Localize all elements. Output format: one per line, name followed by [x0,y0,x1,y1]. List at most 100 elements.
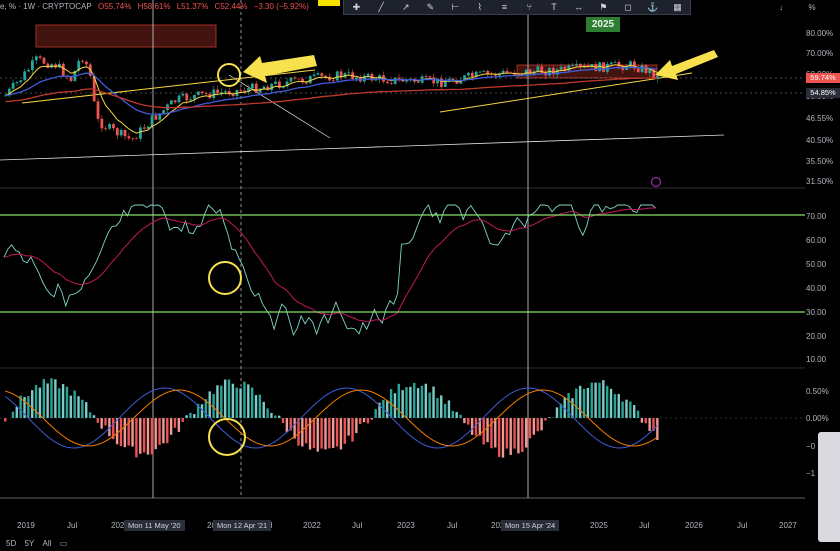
table-icon[interactable]: ▦ [671,2,683,12]
fib-icon[interactable]: ≡ [499,2,511,12]
candle-body [559,66,563,70]
candle-body [366,73,370,76]
candle-body [177,95,181,103]
candle-body [216,89,220,93]
macd-hist-bar [131,418,134,447]
candle-body [486,70,490,74]
ray-icon[interactable]: ↗ [400,2,412,12]
percent-scale-button[interactable]: % [806,3,818,13]
shape-icon[interactable]: ◻ [622,2,634,12]
macd-hist-bar [397,383,400,418]
macd-hist-bar [447,400,451,418]
candle-body [293,77,297,79]
calendar-icon[interactable]: ▭ [60,539,68,548]
candle-body [393,77,397,84]
macd-hist-bar [602,380,605,418]
drawing-toolbar: ✚ ╱ ↗ ✎ ⊢ ⌇ ≡ ⑂ T ↔ ⚑ ◻ ⚓ ▦ [343,0,691,15]
macd-hist-bar [262,401,265,418]
price-axis-label-6: 35.50% [806,157,833,166]
macd-hist-bar [347,418,350,436]
time-axis-label-14: 2026 [685,521,703,530]
macd-hist-bar [416,388,420,418]
macd-hist-bar [158,418,161,445]
macd-hist-bar [150,418,154,455]
time-axis-label-13: Jul [639,521,649,530]
time-axis-label-12: 2025 [590,521,608,530]
candle-body [575,63,578,66]
macd-hist-bar [590,382,593,418]
macd-hist-bar [193,414,196,418]
macd-hist-bar [486,418,489,443]
macd-hist-bar [65,386,69,418]
header-highlight [318,0,340,6]
macd-hist-bar [374,409,377,418]
macd-hist-bar [4,418,7,422]
macd-hist-bar [424,383,428,418]
candle-body [289,77,293,82]
macd-hist-bar [173,418,177,428]
macd-hist-bar [239,388,242,418]
candle-body [115,128,119,136]
candle-body [320,73,324,76]
macd-hist-bar [575,388,578,418]
macd-hist-bar [386,400,389,418]
candle-body [139,127,142,139]
alert-marker[interactable] [650,176,662,188]
candle-body [578,63,582,67]
candle-body [185,93,189,101]
macd-hist-bar [536,418,539,432]
macd-hist-bar [613,394,617,418]
symbol-label[interactable]: e, % · 1W · CRYPTOCAP [0,2,92,11]
candle-body [609,62,613,64]
macd-hist-bar [467,418,470,425]
macd-hist-bar [359,418,362,425]
candle-body [61,63,65,76]
candle-body [389,83,393,85]
date-tag-may-2020: Mon 11 May '20 [124,520,185,531]
candle-body [239,89,243,91]
range-icon[interactable]: ↔ [573,2,585,12]
measure-icon[interactable]: ⊢ [449,2,461,12]
candle-body [27,70,30,72]
anchor-icon[interactable]: ⚓ [647,2,659,12]
candle-body [46,63,50,68]
flag-icon[interactable]: ⚑ [597,2,609,12]
candle-body [212,89,216,98]
candle-body [127,136,131,139]
range-all-button[interactable]: All [43,539,52,548]
rsi-axis-label-1: 60.00 [806,236,827,245]
macd-hist-bar [50,378,53,418]
rsi-axis-label-5: 20.00 [806,332,827,341]
candle-body [150,115,154,127]
crosshair-icon[interactable]: ✚ [350,2,362,12]
pitchfork-icon[interactable]: ⑂ [523,2,535,12]
macd-hist-bar [440,395,443,418]
macd-hist-bar [243,381,246,418]
macd-hist-bar [139,418,142,454]
macd-hist-bar [231,383,235,418]
side-video-thumbnail[interactable] [818,432,840,542]
brush-icon[interactable]: ✎ [424,2,436,12]
line-icon[interactable]: ╱ [375,2,387,12]
level-price-tag: 54.85% [806,88,840,98]
candle-body [524,69,528,75]
chart-canvas[interactable]: 80.00%70.00%60.00%50.00%46.55%40.50%35.5… [0,0,840,551]
macd-hist-bar [640,418,644,423]
macd-hist-bar [621,401,624,418]
candle-body [135,138,138,140]
range-5d-button[interactable]: 5D [6,539,16,548]
macd-hist-bar [366,418,370,424]
macd-hist-bar [277,415,281,418]
candle-body [34,56,38,61]
time-axis-label-7: Jul [352,521,362,530]
range-5y-button[interactable]: 5Y [24,539,34,548]
candle-body [196,91,200,95]
macd-axis-label-2: −0 [806,442,816,451]
macd-hist-bar [551,417,555,418]
price-axis-label-4: 46.55% [806,114,833,123]
scale-down-button[interactable]: ↓ [775,3,787,13]
macd-hist-bar [227,379,231,418]
time-axis-label-6: 2022 [303,521,321,530]
path-icon[interactable]: ⌇ [474,2,486,12]
text-icon[interactable]: T [548,2,560,12]
